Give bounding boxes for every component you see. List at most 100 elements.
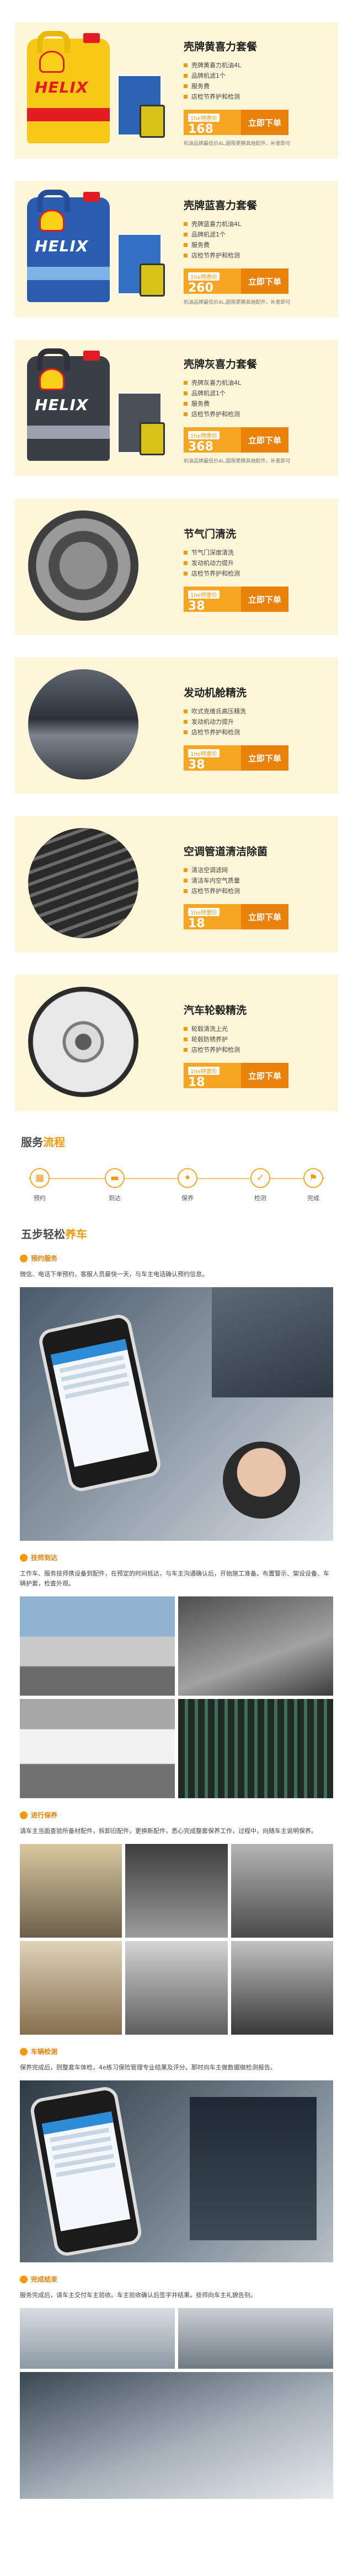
product-info: 汽车轮毂精洗 轮毂清洗上光 轮毂防锈养护 店检节养护和检测 1he特惠价 18 … <box>180 998 338 1089</box>
booking-photo <box>20 1287 333 1541</box>
process-step: ✦ 保养 <box>165 1168 210 1202</box>
product-note: 机油品牌最低价4L,超限更换其他配件，补差即可 <box>184 300 291 305</box>
price-value: 38 <box>188 599 205 613</box>
feature-item: 轮毂防锈养护 <box>184 1034 338 1045</box>
product-title: 汽车轮毂精洗 <box>184 1004 247 1017</box>
product-info: 节气门清洗 节气门深度清洗 发动机动力提升 店检节养护和检测 1he特惠价 38… <box>180 521 338 613</box>
bullet-icon <box>184 402 188 406</box>
step-desc: 工作车、服务技师携设备到配件，在预定的时间抵达，与车主沟通确认后，开始施工准备。… <box>20 1570 329 1587</box>
step-block: 预约服务 微信、电话下单预约，客服人员最快一天，与车主电话确认预约信息。 <box>0 1254 353 1541</box>
product-title: 壳牌蓝喜力套餐 <box>184 200 258 212</box>
buy-button[interactable]: 立即下单 <box>241 427 288 453</box>
product-card[interactable]: HELIX 壳牌黄喜力套餐 壳牌黄喜力机油4L 品牌机滤1个 服务费 店检节养护… <box>15 22 338 159</box>
product-card[interactable]: 汽车轮毂精洗 轮毂清洗上光 轮毂防锈养护 店检节养护和检测 1he特惠价 18 … <box>15 975 338 1111</box>
step-desc: 服务完成后，请车主交付车主验收。车主验收确认后签字并结果。技师向车主礼貌告别。 <box>20 2292 256 2299</box>
step-badge-icon <box>20 2275 28 2283</box>
product-info: 发动机舱精洗 吹式克维氏高压精洗 发动机动力提升 店检节养护和检测 1he特惠价… <box>180 680 338 772</box>
step-block: 技师到达 工作车、服务技师携设备到配件，在预定的时间抵达，与车主沟通确认后，开始… <box>0 1553 353 1798</box>
price-value: 260 <box>188 281 213 295</box>
technician-photo <box>125 1941 228 2035</box>
flag-icon: ⚑ <box>303 1168 323 1188</box>
feature-item: 清洁空调滤网 <box>184 865 338 875</box>
hands-photo <box>212 1287 333 1397</box>
step-block: 进行保养 请车主当面查验所备材配件，拆卸旧配件，更换新配件，悉心完成整套保养工作… <box>0 1810 353 2035</box>
happy-driver-photo <box>20 2372 333 2499</box>
step-badge-icon <box>20 2047 28 2056</box>
price-label: 1he特惠价 <box>188 1067 220 1075</box>
tools-photo <box>178 1699 333 1798</box>
bullet-icon <box>184 561 188 565</box>
step-head: 车辆检测 <box>20 2047 333 2056</box>
mechanic-photo <box>178 1596 333 1696</box>
price-row: 1he特惠价 18 立即下单 <box>184 904 338 931</box>
step-head: 进行保养 <box>20 1810 333 1820</box>
buy-button[interactable]: 立即下单 <box>241 745 288 771</box>
buy-button[interactable]: 立即下单 <box>241 268 288 294</box>
feature-item: 店检节养护和检测 <box>184 250 338 261</box>
product-title: 空调管道清洁除菌 <box>184 846 268 858</box>
bullet-icon <box>184 889 188 893</box>
page: HELIX 壳牌黄喜力套餐 壳牌黄喜力机油4L 品牌机滤1个 服务费 店检节养护… <box>0 0 353 2576</box>
price-value: 38 <box>188 758 205 772</box>
buy-button[interactable]: 立即下单 <box>241 587 288 612</box>
product-title: 发动机舱精洗 <box>184 687 247 699</box>
product-image <box>15 498 180 635</box>
price-label: 1he特惠价 <box>188 114 220 122</box>
bullet-icon <box>184 1048 188 1052</box>
feature-item: 服务费 <box>184 81 338 92</box>
feature-item: 吹式克维氏高压精洗 <box>184 706 338 717</box>
price-box: 1he特惠价 368 <box>184 427 241 454</box>
product-note: 机油品牌最低价4L,超限更换其他配件，补差即可 <box>184 459 291 464</box>
bullet-icon <box>184 233 188 236</box>
five-steps: 五步轻松养车 预约服务 微信、电话下单预约，客服人员最快一天，与车主电话确认预约… <box>0 1225 353 2499</box>
feature-item: 节气门深度清洗 <box>184 547 338 558</box>
signature-photo <box>20 2308 175 2369</box>
product-image: HELIX <box>15 22 180 159</box>
feature-item: 轮毂清洗上光 <box>184 1024 338 1034</box>
bullet-icon <box>184 84 188 88</box>
price-label: 1he特惠价 <box>188 749 220 757</box>
price-label: 1he特惠价 <box>188 590 220 599</box>
shell-logo-icon <box>39 368 65 390</box>
buy-button[interactable]: 立即下单 <box>241 904 288 929</box>
price-box: 1he特惠价 260 <box>184 268 241 295</box>
product-info: 壳牌灰喜力套餐 壳牌灰喜力机油4L 品牌机滤1个 服务费 店检节养护和检测 1h… <box>180 352 338 464</box>
diagnostic-tool-photo <box>190 2097 317 2240</box>
price-row: 1he特惠价 168 立即下单 <box>184 110 338 136</box>
step-block: 完成结束 服务完成后，请车主交付车主验收。车主验收确认后签字并结果。技师向车主礼… <box>0 2274 353 2499</box>
product-card[interactable]: HELIX 壳牌蓝喜力套餐 壳牌蓝喜力机油4L 品牌机滤1个 服务费 店检节养护… <box>15 181 338 318</box>
product-note: 机油品牌最低价4L,超限更换其他配件，补差即可 <box>184 141 291 147</box>
price-row: 1he特惠价 38 立即下单 <box>184 745 338 772</box>
step-head: 预约服务 <box>20 1254 333 1263</box>
engine-bay-photo <box>28 669 138 779</box>
product-card[interactable]: HELIX 壳牌灰喜力套餐 壳牌灰喜力机油4L 品牌机滤1个 服务费 店检节养护… <box>15 340 338 476</box>
bullet-icon <box>184 879 188 883</box>
product-card[interactable]: 发动机舱精洗 吹式克维氏高压精洗 发动机动力提升 店检节养护和检测 1he特惠价… <box>15 657 338 794</box>
step-desc: 微信、电话下单预约，客服人员最快一天，与车主电话确认预约信息。 <box>20 1271 208 1278</box>
parts-photo <box>231 1941 333 2035</box>
product-card[interactable]: 节气门清洗 节气门深度清洗 发动机动力提升 店检节养护和检测 1he特惠价 38… <box>15 498 338 635</box>
customer-photo <box>20 1941 122 2035</box>
feature-item: 清洁车内空气质量 <box>184 875 338 886</box>
price-value: 368 <box>188 440 213 454</box>
buy-button[interactable]: 立即下单 <box>241 110 288 135</box>
feature-item: 壳牌蓝喜力机油4L <box>184 219 338 229</box>
filter-photo <box>231 1844 333 1938</box>
service-process: 服务流程 ▦ 预约 ▬ 到达 ✦ 保养 ✓ 检测 ⚑ 完成 <box>0 1133 353 1225</box>
feature-item: 店检节养护和检测 <box>184 886 338 896</box>
bullet-icon <box>184 730 188 734</box>
product-info: 壳牌蓝喜力套餐 壳牌蓝喜力机油4L 品牌机滤1个 服务费 店检节养护和检测 1h… <box>180 193 338 305</box>
bullet-icon <box>184 412 188 416</box>
product-image <box>15 816 180 953</box>
buy-button[interactable]: 立即下单 <box>241 1063 288 1088</box>
bullet-icon <box>184 254 188 257</box>
price-label: 1he特惠价 <box>188 908 220 916</box>
wheel-photo <box>28 987 138 1097</box>
bullet-icon <box>184 381 188 385</box>
throttle-photo <box>28 510 138 621</box>
oil-change-photo <box>20 1844 122 1938</box>
product-card[interactable]: 空调管道清洁除菌 清洁空调滤网 清洁车内空气质量 店检节养护和检测 1he特惠价… <box>15 816 338 953</box>
feature-item: 发动机动力提升 <box>184 717 338 727</box>
shell-logo-icon <box>39 51 65 73</box>
air-vent-photo <box>28 828 138 938</box>
